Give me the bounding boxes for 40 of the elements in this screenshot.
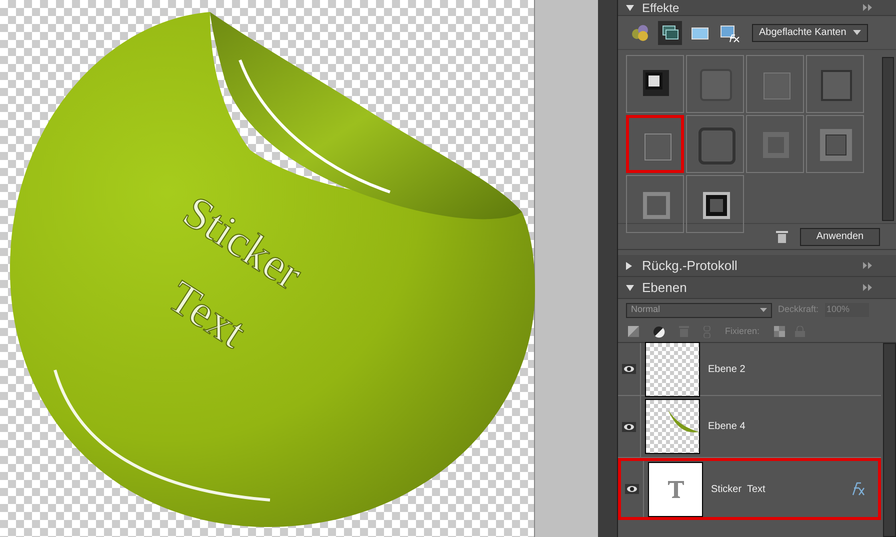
bevel-style-thumbnail[interactable] — [626, 55, 684, 113]
bevel-style-thumbnail[interactable] — [626, 115, 684, 173]
layer-name: Ebene 2 — [708, 362, 746, 376]
trash-icon[interactable] — [776, 230, 788, 243]
bevel-style-thumbnail[interactable] — [626, 175, 684, 233]
bevel-style-thumbnail[interactable] — [806, 55, 864, 113]
transparent-layer-thumbnail — [645, 342, 700, 396]
bevel-style-thumbnail[interactable] — [686, 55, 744, 113]
panel-menu-icon[interactable] — [863, 284, 872, 291]
bevel-style-thumbnail[interactable] — [806, 115, 864, 173]
eye-icon[interactable] — [622, 364, 636, 374]
stacked-layers-icon[interactable] — [658, 20, 682, 44]
apply-button[interactable]: Anwenden — [800, 228, 880, 246]
scrollbar[interactable] — [882, 57, 894, 221]
caret-icon — [760, 308, 767, 312]
layer-row[interactable]: Sticker Text — [618, 458, 881, 520]
category-dropdown[interactable]: Abgeflachte Kanten — [752, 24, 868, 42]
bevel-style-thumbnail[interactable] — [746, 55, 804, 113]
leaf-shape-thumbnail — [645, 399, 700, 454]
layer-name: Ebene 4 — [708, 420, 746, 434]
layer-row[interactable]: Ebene 2 — [618, 343, 881, 396]
bevel-style-thumbnail[interactable] — [686, 175, 744, 233]
eye-icon[interactable] — [625, 484, 639, 494]
half-circle-icon[interactable] — [653, 326, 665, 338]
bevel-style-thumbnail[interactable] — [746, 115, 804, 173]
panel-header[interactable]: Effekte — [618, 0, 896, 16]
eye-icon[interactable] — [622, 422, 636, 432]
panel-header[interactable]: Rückg.-Protokoll — [618, 255, 896, 277]
scrollbar[interactable] — [883, 343, 896, 537]
caret-icon — [853, 30, 861, 35]
letter-t-icon — [666, 479, 686, 499]
bevel-style-thumbnail[interactable] — [686, 115, 744, 173]
panel-menu-icon[interactable] — [863, 262, 872, 269]
layer-name: Sticker Text — [711, 482, 766, 496]
panel-header[interactable]: Ebenen — [618, 277, 896, 299]
panel-menu-icon[interactable] — [863, 4, 872, 11]
new-layer-icon[interactable] — [628, 326, 639, 337]
fx-effects-icon[interactable] — [850, 481, 866, 497]
layer-row[interactable]: Ebene 4 — [618, 396, 881, 458]
checker-lock-icon[interactable] — [774, 326, 785, 337]
